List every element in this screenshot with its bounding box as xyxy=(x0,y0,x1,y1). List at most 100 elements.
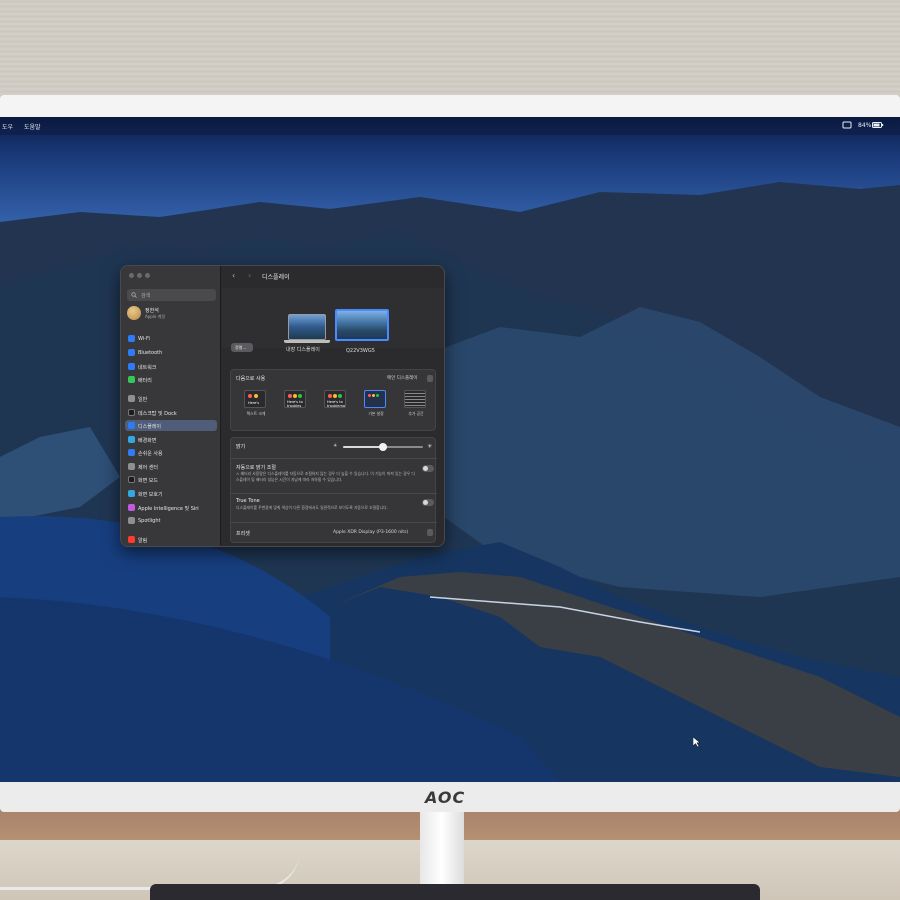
divider xyxy=(231,493,437,494)
resolution-group: 다음으로 사용 메인 디스플레이 Here's 텍스트 크게 Here's to… xyxy=(230,369,436,431)
preview-dot-green xyxy=(338,394,342,398)
back-arrow-icon[interactable]: ‹ xyxy=(232,271,235,280)
preview-dot-red xyxy=(288,394,292,398)
battery-icon[interactable] xyxy=(872,121,884,129)
close-window-button[interactable] xyxy=(129,273,134,278)
dock-icon xyxy=(128,409,135,416)
auto-brightness-label: 자동으로 밝기 조절 xyxy=(236,465,276,471)
preview-dot-yellow xyxy=(372,394,375,397)
mouse-cursor-icon xyxy=(693,737,701,747)
preset-select[interactable]: Apple XDR Display (P3-1600 nits) xyxy=(333,530,408,535)
menu-item-window[interactable]: 도우 xyxy=(2,122,13,131)
resolution-option-2[interactable]: Here's to troubles xyxy=(279,390,309,418)
external-display-thumbnail[interactable] xyxy=(335,309,389,341)
display-arrangement: 내장 디스플레이 Q22V3WG5 xyxy=(222,288,444,354)
brightness-slider[interactable] xyxy=(343,443,423,451)
resolution-preview xyxy=(404,390,426,408)
account-subtitle: Apple 계정 xyxy=(145,314,166,319)
sidebar-item-desktop-dock[interactable]: 데스크탑 및 Dock xyxy=(125,407,217,418)
preview-dot-green xyxy=(298,394,302,398)
resolution-option-3[interactable]: Here's to troublema xyxy=(319,390,349,418)
sidebar-item-wifi[interactable]: Wi-Fi xyxy=(125,333,217,344)
true-tone-toggle[interactable] xyxy=(422,499,434,506)
search-icon xyxy=(131,292,137,298)
resolution-preview: Here's to troubles xyxy=(284,390,306,408)
brightness-label: 밝기 xyxy=(236,444,246,450)
preview-text: Here's to troublema xyxy=(327,400,345,408)
auto-brightness-toggle[interactable] xyxy=(422,465,434,472)
preview-text: Here's to troubles xyxy=(287,400,303,408)
sidebar-item-appearance[interactable]: 화면 모드 xyxy=(125,474,217,485)
bluetooth-icon xyxy=(128,349,135,356)
resolution-preview: Here's xyxy=(244,390,266,408)
builtin-display-thumbnail[interactable] xyxy=(288,314,326,340)
search-input[interactable]: 검색 xyxy=(127,289,216,301)
control-center-icon[interactable] xyxy=(842,121,852,129)
account-name: 정한석 xyxy=(145,308,159,314)
preview-dot-green xyxy=(376,394,379,397)
chevron-updown-icon xyxy=(427,529,433,536)
sidebar-item-control-center[interactable]: 제어 센터 xyxy=(125,461,217,472)
avatar xyxy=(127,306,141,320)
sidebar-item-bluetooth[interactable]: Bluetooth xyxy=(125,347,217,358)
arrange-button[interactable]: 정렬... xyxy=(231,343,253,352)
resolution-preview xyxy=(364,390,386,408)
divider xyxy=(231,522,437,523)
forward-arrow-icon[interactable]: › xyxy=(248,271,251,280)
auto-brightness-description: ⚠ 배터리 사용량은 디스플레이를 자동으로 조절하지 않는 경우 더 높을 수… xyxy=(236,471,415,482)
network-icon xyxy=(128,363,135,370)
sun-small-icon: ☀ xyxy=(333,443,338,449)
resolution-label: 추가 공간 xyxy=(408,411,424,416)
external-display-label: Q22V3WG5 xyxy=(346,348,375,354)
background-wall xyxy=(0,0,900,110)
sidebar-item-displays[interactable]: 디스플레이 xyxy=(125,420,217,431)
sidebar-item-spotlight[interactable]: Spotlight xyxy=(125,515,217,526)
preview-text: Here's xyxy=(248,401,260,405)
notifications-icon xyxy=(128,536,135,543)
laptop-base xyxy=(284,340,330,343)
use-as-select[interactable]: 메인 디스플레이 xyxy=(387,375,417,381)
toggle-knob xyxy=(423,466,428,471)
zoom-window-button[interactable] xyxy=(145,273,150,278)
sidebar-item-accessibility[interactable]: 손쉬운 사용 xyxy=(125,447,217,458)
resolution-option-default[interactable]: 기본 설정 xyxy=(359,390,389,418)
sidebar-item-siri[interactable]: Apple Intelligence 및 Siri xyxy=(125,502,217,513)
sidebar-item-network[interactable]: 네트워크 xyxy=(125,361,217,372)
menu-bar: 도우 도움말 84% xyxy=(0,117,900,135)
laptop-edge xyxy=(150,884,760,900)
brightness-slider-knob[interactable] xyxy=(379,443,387,451)
wifi-icon xyxy=(128,335,135,342)
battery-percent: 84% xyxy=(858,122,872,129)
preview-dot-red xyxy=(328,394,332,398)
sidebar-item-screensaver[interactable]: 화면 보호기 xyxy=(125,488,217,499)
resolution-option-larger-text[interactable]: Here's 텍스트 크게 xyxy=(239,390,269,418)
builtin-display-label: 내장 디스플레이 xyxy=(286,347,320,353)
sidebar-item-general[interactable]: 일반 xyxy=(125,393,217,404)
sidebar-item-battery[interactable]: 배터리 xyxy=(125,374,217,385)
resolution-label: 텍스트 크게 xyxy=(246,411,266,416)
menu-item-help[interactable]: 도움말 xyxy=(24,122,41,131)
sidebar-item-wallpaper[interactable]: 배경화면 xyxy=(125,434,217,445)
use-as-label: 다음으로 사용 xyxy=(236,376,266,382)
displays-pane: ‹ › 디스플레이 내장 디스플레이 Q22V3WG5 정렬... 다음으로 사… xyxy=(222,266,444,546)
brightness-slider-fill xyxy=(343,446,383,448)
pane-titlebar: ‹ › 디스플레이 xyxy=(222,266,444,288)
system-settings-window: 검색 정한석 Apple 계정 Wi-Fi Bluetooth 네트워크 배터리… xyxy=(120,265,445,547)
resolution-option-more-space[interactable]: 추가 공간 xyxy=(399,390,429,418)
preview-dot-yellow xyxy=(333,394,337,398)
true-tone-description: 디스플레이를 주변광에 맞춰 색상이 다른 환경에서도 일관적으로 보이도록 자… xyxy=(236,505,388,510)
search-placeholder: 검색 xyxy=(141,293,151,299)
battery-icon xyxy=(128,376,135,383)
preview-dot-red xyxy=(248,394,252,398)
resolution-preview: Here's to troublema xyxy=(324,390,346,408)
account-profile[interactable]: 정한석 Apple 계정 xyxy=(127,306,217,324)
siri-icon xyxy=(128,504,135,511)
monitor-brand-logo: AOC xyxy=(425,788,466,807)
minimize-window-button[interactable] xyxy=(137,273,142,278)
divider xyxy=(231,458,437,459)
sidebar-item-notifications[interactable]: 알림 xyxy=(125,534,217,545)
screensaver-icon xyxy=(128,490,135,497)
accessibility-icon xyxy=(128,449,135,456)
display-icon xyxy=(128,422,135,429)
gear-icon xyxy=(128,395,135,402)
